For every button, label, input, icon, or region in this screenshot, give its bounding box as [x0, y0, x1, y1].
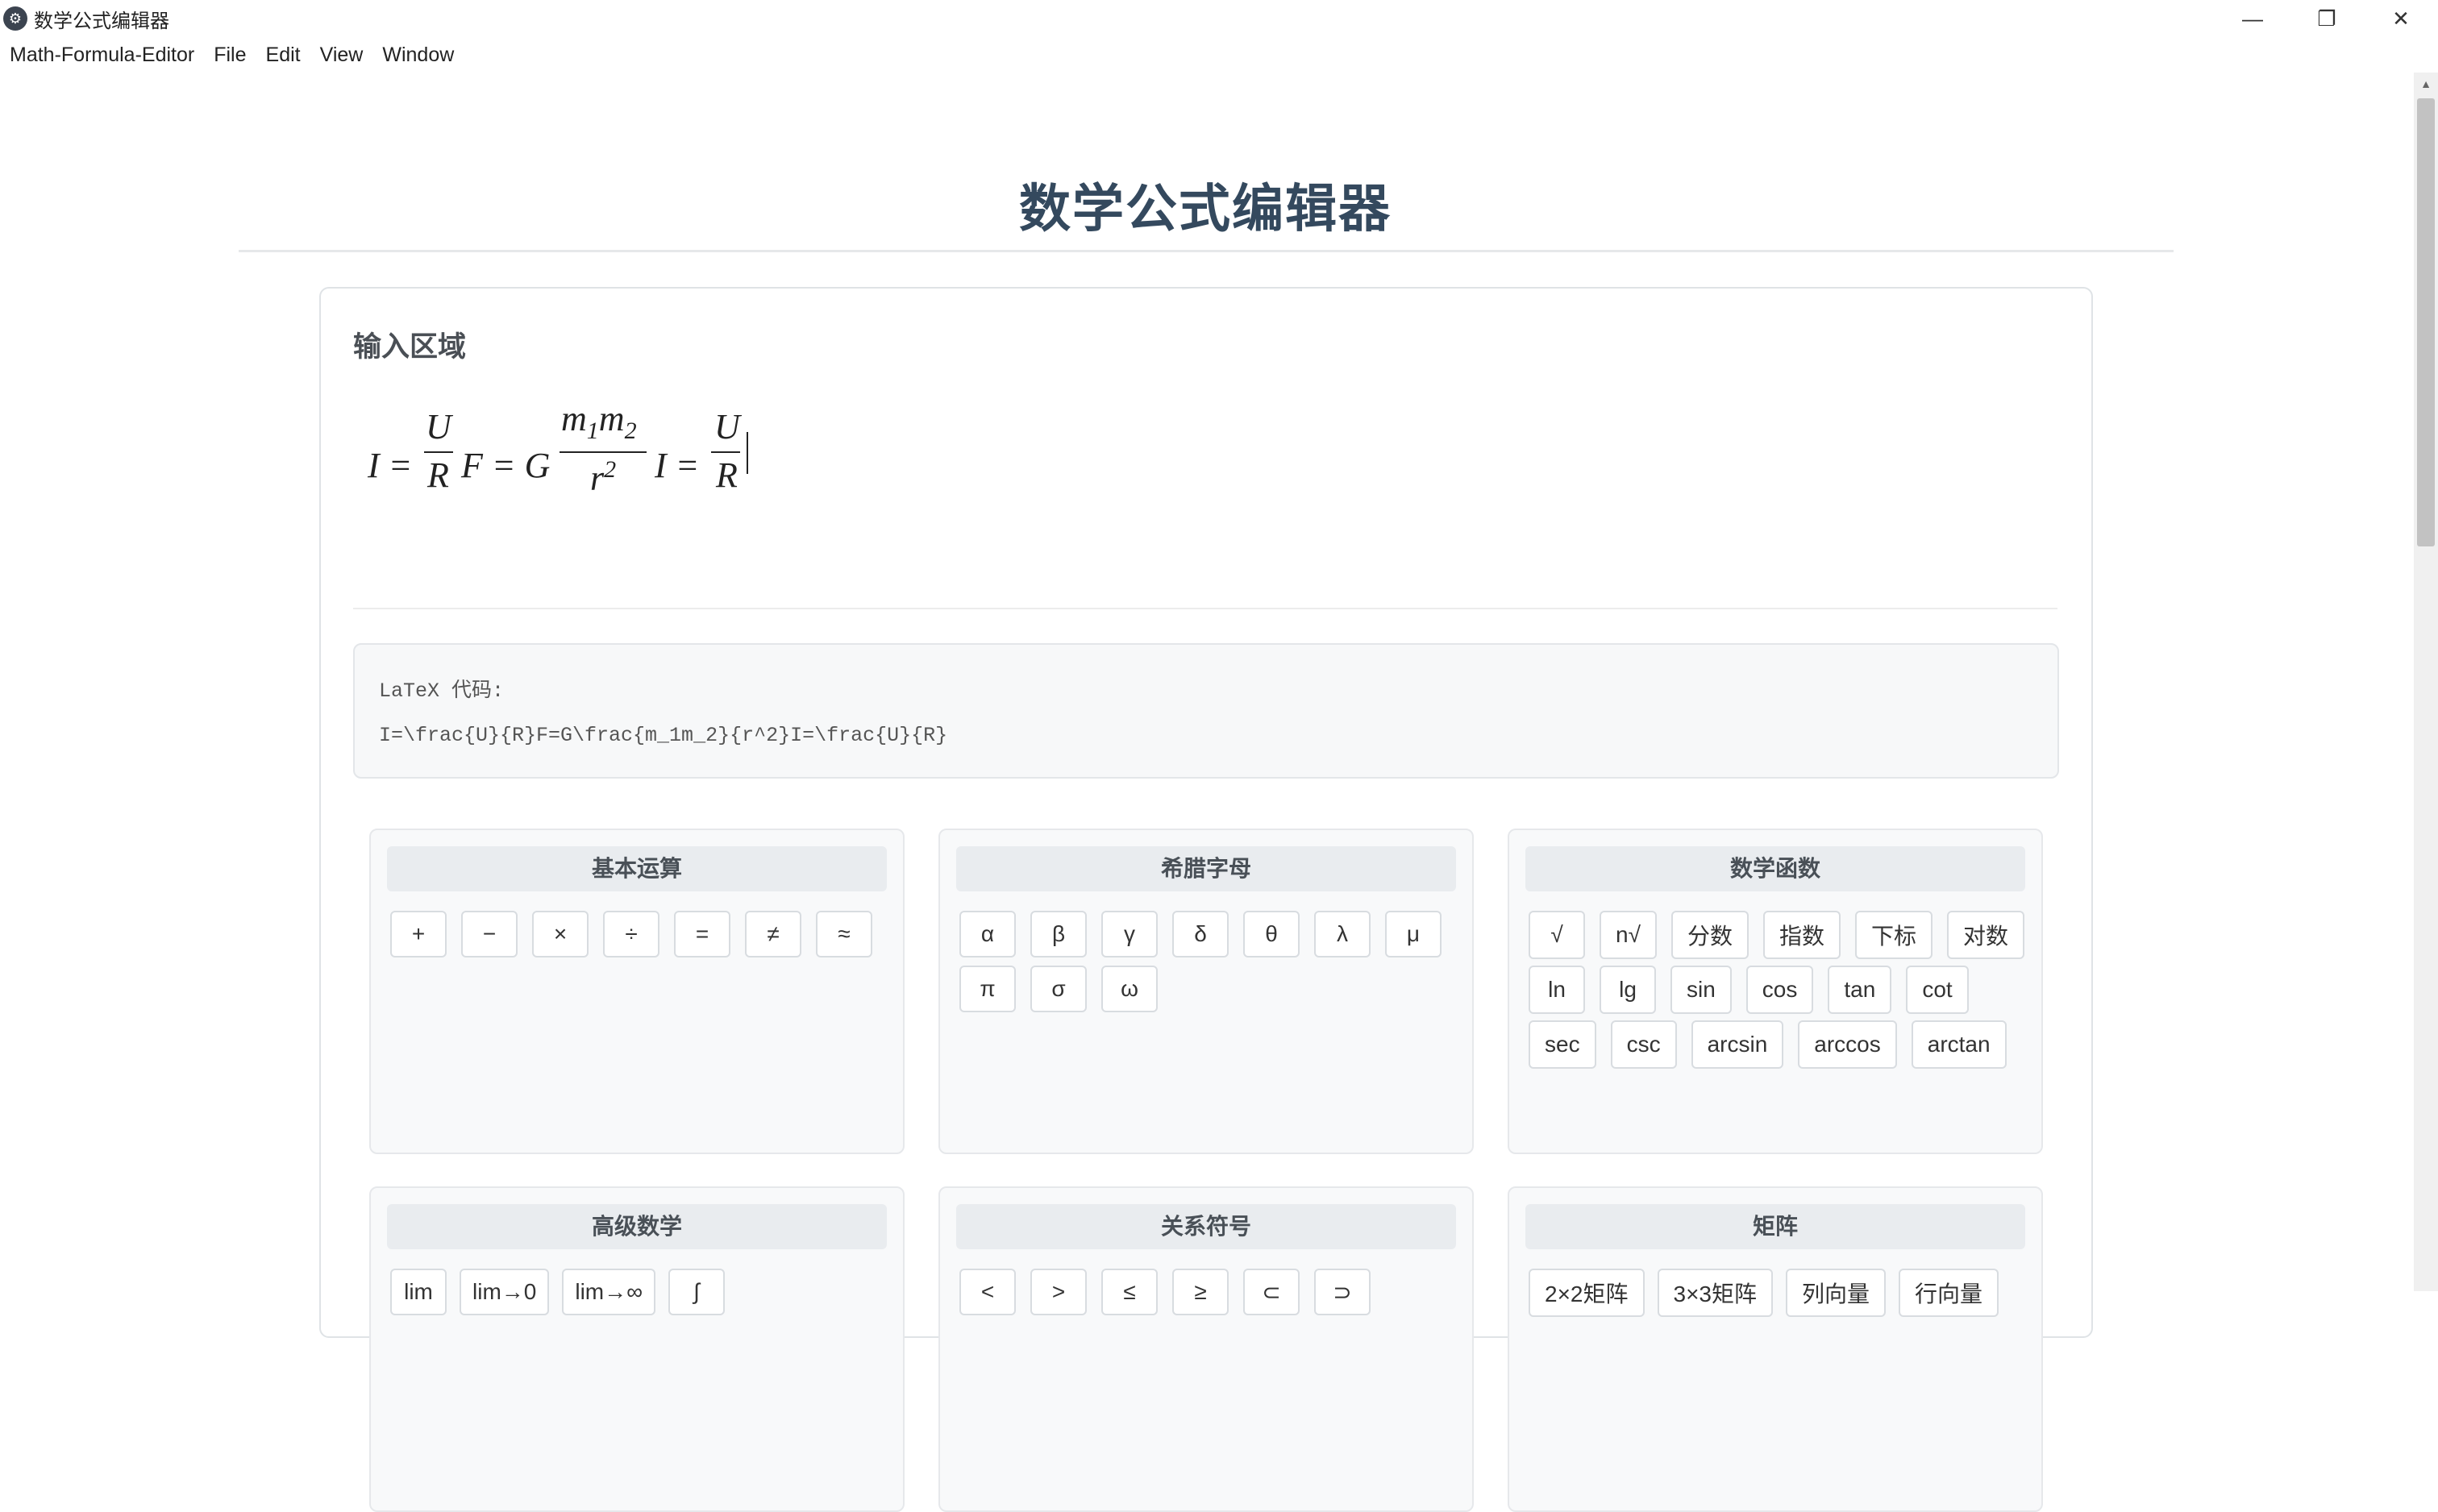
- menu-bar: Math-Formula-Editor File Edit View Windo…: [0, 37, 2438, 73]
- superset-button[interactable]: ⊃: [1314, 1269, 1371, 1315]
- panel-functions: 数学函数 √ n√ 分数 指数 下标 对数 ln lg sin cos tan …: [1508, 829, 2043, 1154]
- theta-button[interactable]: θ: [1243, 911, 1300, 957]
- csc-button[interactable]: csc: [1610, 1020, 1677, 1069]
- fraction-bar: [711, 451, 740, 453]
- sqrt-button[interactable]: √: [1529, 911, 1585, 959]
- equals-button[interactable]: =: [674, 911, 730, 957]
- formula-3-numerator: U: [714, 407, 740, 447]
- panel-title: 高级数学: [387, 1204, 887, 1249]
- latex-code-box: LaTeX 代码: I=\frac{U}{R}F=G\frac{m_1m_2}{…: [353, 643, 2059, 779]
- input-divider: [353, 608, 2057, 609]
- alpha-button[interactable]: α: [959, 911, 1016, 957]
- formula-2-denominator: r2: [590, 456, 617, 498]
- lim-zero-button[interactable]: lim→0: [460, 1269, 550, 1315]
- fraction-bar: [560, 451, 647, 453]
- panel-title: 关系符号: [956, 1204, 1456, 1249]
- latex-label: LaTeX 代码:: [379, 679, 505, 703]
- fraction-button[interactable]: 分数: [1670, 911, 1749, 959]
- formula-1-numerator: U: [426, 407, 451, 447]
- lg-button[interactable]: lg: [1600, 966, 1656, 1014]
- delta-button[interactable]: δ: [1172, 911, 1229, 957]
- menu-view[interactable]: View: [310, 44, 373, 67]
- formula-1-lhs: I =: [368, 446, 413, 485]
- menu-file[interactable]: File: [204, 44, 256, 67]
- tan-button[interactable]: tan: [1828, 966, 1892, 1014]
- menu-app[interactable]: Math-Formula-Editor: [0, 44, 204, 67]
- cos-button[interactable]: cos: [1745, 966, 1814, 1014]
- minimize-button[interactable]: —: [2215, 0, 2290, 37]
- mu-button[interactable]: μ: [1385, 911, 1442, 957]
- panel-title: 矩阵: [1525, 1204, 2025, 1249]
- divide-button[interactable]: ÷: [603, 911, 659, 957]
- restore-button[interactable]: ❐: [2290, 0, 2364, 37]
- less-equal-button[interactable]: ≤: [1101, 1269, 1158, 1315]
- formula-1-denominator: R: [427, 455, 449, 495]
- subscript-button[interactable]: 下标: [1854, 911, 1933, 959]
- integral-button[interactable]: ∫: [668, 1269, 726, 1315]
- title-divider: [239, 250, 2174, 252]
- log-button[interactable]: 对数: [1947, 911, 2025, 959]
- sin-button[interactable]: sin: [1670, 966, 1732, 1014]
- lambda-button[interactable]: λ: [1314, 911, 1371, 957]
- not-equal-button[interactable]: ≠: [745, 911, 801, 957]
- panel-relations: 关系符号 < > ≤ ≥ ⊂ ⊃: [938, 1186, 1474, 1512]
- omega-button[interactable]: ω: [1101, 966, 1158, 1012]
- sigma-button[interactable]: σ: [1030, 966, 1087, 1012]
- scroll-up-icon[interactable]: ▲: [2414, 73, 2438, 95]
- sec-button[interactable]: sec: [1529, 1020, 1596, 1069]
- panel-title: 基本运算: [387, 846, 887, 891]
- lim-button[interactable]: lim: [390, 1269, 447, 1315]
- text-caret: [747, 432, 748, 474]
- input-area-title: 输入区域: [353, 331, 467, 363]
- matrix-3x3-button[interactable]: 3×3矩阵: [1657, 1269, 1773, 1317]
- column-vector-button[interactable]: 列向量: [1786, 1269, 1887, 1317]
- panel-basic-ops: 基本运算 + − × ÷ = ≠ ≈: [369, 829, 905, 1154]
- beta-button[interactable]: β: [1030, 911, 1087, 957]
- arcsin-button[interactable]: arcsin: [1691, 1020, 1784, 1069]
- exponent-button[interactable]: 指数: [1762, 911, 1841, 959]
- row-vector-button[interactable]: 行向量: [1899, 1269, 1999, 1317]
- panel-matrix: 矩阵 2×2矩阵 3×3矩阵 列向量 行向量: [1508, 1186, 2043, 1512]
- fraction-bar: [424, 451, 453, 453]
- ln-button[interactable]: ln: [1529, 966, 1585, 1014]
- panel-greek: 希腊字母 α β γ δ θ λ μ π σ ω: [938, 829, 1474, 1154]
- window-controls: — ❐ ✕: [2215, 0, 2438, 37]
- subset-button[interactable]: ⊂: [1243, 1269, 1300, 1315]
- panel-advanced-math: 高级数学 lim lim→0 lim→∞ ∫: [369, 1186, 905, 1512]
- lim-infinity-button[interactable]: lim→∞: [562, 1269, 656, 1315]
- minus-button[interactable]: −: [461, 911, 518, 957]
- arccos-button[interactable]: arccos: [1798, 1020, 1897, 1069]
- cot-button[interactable]: cot: [1906, 966, 1969, 1014]
- menu-window[interactable]: Window: [372, 44, 464, 67]
- formula-3-lhs: I =: [655, 446, 700, 485]
- nth-root-button[interactable]: n√: [1600, 911, 1657, 959]
- plus-button[interactable]: +: [390, 911, 447, 957]
- scrollbar-thumb[interactable]: [2417, 98, 2435, 546]
- panel-title: 数学函数: [1525, 846, 2025, 891]
- less-than-button[interactable]: <: [959, 1269, 1016, 1315]
- matrix-2x2-button[interactable]: 2×2矩阵: [1529, 1269, 1645, 1317]
- arctan-button[interactable]: arctan: [1911, 1020, 2007, 1069]
- approx-button[interactable]: ≈: [816, 911, 872, 957]
- page-title: 数学公式编辑器: [1019, 180, 1392, 238]
- title-bar: ⚙ 数学公式编辑器 — ❐ ✕: [0, 0, 2438, 37]
- times-button[interactable]: ×: [532, 911, 589, 957]
- greater-equal-button[interactable]: ≥: [1172, 1269, 1229, 1315]
- greater-than-button[interactable]: >: [1030, 1269, 1087, 1315]
- panel-title: 希腊字母: [956, 846, 1456, 891]
- pi-button[interactable]: π: [959, 966, 1016, 1012]
- app-icon: ⚙: [3, 6, 27, 31]
- formula-2-numerator-m1: m1m2: [561, 399, 637, 444]
- formula-3-denominator: R: [716, 455, 738, 495]
- window-title: 数学公式编辑器: [34, 10, 169, 32]
- menu-edit[interactable]: Edit: [256, 44, 310, 67]
- formula-editor[interactable]: I = U R F = G m1m2 r2 I = U R: [368, 401, 1980, 529]
- latex-code[interactable]: I=\frac{U}{R}F=G\frac{m_1m_2}{r^2}I=\fra…: [379, 724, 947, 747]
- gamma-button[interactable]: γ: [1101, 911, 1158, 957]
- close-button[interactable]: ✕: [2364, 0, 2438, 37]
- editor-card: 输入区域 I = U R F = G m1m2 r2 I = U R LaTeX…: [319, 287, 2093, 1512]
- formula-2-lhs: F = G: [461, 446, 551, 485]
